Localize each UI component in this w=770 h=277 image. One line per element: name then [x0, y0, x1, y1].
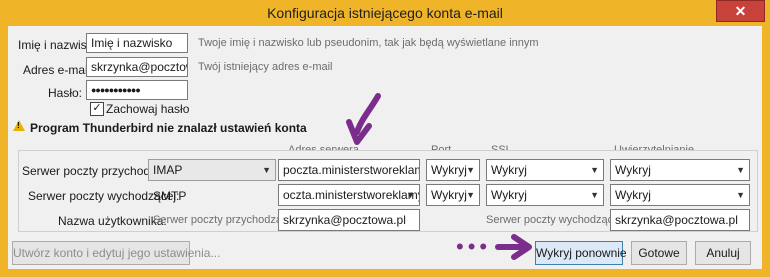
outgoing-ssl-select[interactable]: Wykryj ▼: [486, 184, 604, 206]
chevron-down-icon: ▼: [590, 190, 599, 200]
incoming-port-select[interactable]: Wykryj ▼: [426, 159, 480, 181]
outgoing-port-select[interactable]: Wykryj ▼: [426, 184, 480, 206]
remember-password-checkbox[interactable]: ✓: [90, 102, 104, 116]
outgoing-protocol-value: SMTP: [153, 189, 187, 203]
username-label: Nazwa użytkownika:: [58, 214, 167, 228]
close-button[interactable]: ✕: [716, 0, 765, 22]
email-input[interactable]: skrzynka@pocztowa.pl: [86, 57, 188, 77]
chevron-down-icon: ▼: [262, 165, 271, 175]
done-button[interactable]: Gotowe: [631, 241, 687, 265]
outgoing-port-value: Wykryj: [431, 188, 467, 202]
dialog-content: Imię i nazwisko: Imię i nazwisko Twoje i…: [8, 26, 762, 269]
cancel-button[interactable]: Anuluj: [695, 241, 751, 265]
chevron-down-icon: ▼: [466, 190, 475, 200]
email-hint: Twój istniejący adres e-mail: [198, 61, 333, 73]
warning-icon: !: [13, 120, 25, 131]
name-input[interactable]: Imię i nazwisko: [86, 33, 188, 53]
close-icon: ✕: [734, 3, 747, 19]
retest-button[interactable]: Wykryj ponownie: [535, 241, 627, 265]
outgoing-address-value: oczta.ministerstworeklamy.pl: [283, 188, 419, 202]
email-label: Adres e-mail:: [23, 63, 94, 77]
incoming-auth-select[interactable]: Wykryj ▼: [610, 159, 750, 181]
outgoing-auth-value: Wykryj: [615, 188, 651, 202]
window-title: Konfiguracja istniejącego konta e-mail: [267, 5, 503, 21]
incoming-ssl-select[interactable]: Wykryj ▼: [486, 159, 604, 181]
titlebar: Konfiguracja istniejącego konta e-mail ✕: [0, 0, 770, 26]
incoming-protocol-value: IMAP: [153, 163, 183, 177]
chevron-down-icon: ▼: [466, 165, 475, 175]
remember-password-label: Zachowaj hasło: [106, 102, 190, 116]
outgoing-address-select[interactable]: oczta.ministerstworeklamy.pl▼: [278, 184, 420, 206]
outgoing-ssl-value: Wykryj: [491, 188, 527, 202]
chevron-down-icon: ▼: [590, 165, 599, 175]
incoming-port-value: Wykryj: [431, 163, 467, 177]
incoming-protocol-select[interactable]: IMAP ▼: [148, 159, 276, 181]
password-label: Hasło:: [48, 86, 83, 100]
outgoing-auth-select[interactable]: Wykryj ▼: [610, 184, 750, 206]
incoming-auth-value: Wykryj: [615, 163, 651, 177]
username-outgoing-label: Serwer poczty wychodzącej:: [486, 214, 625, 226]
checkmark-icon: ✓: [92, 102, 102, 114]
annotation-dots: •••: [456, 234, 492, 259]
manual-config-button[interactable]: Utwórz konto i edytuj jego ustawienia...: [12, 241, 220, 265]
username-outgoing-input[interactable]: skrzynka@pocztowa.pl: [610, 209, 750, 231]
password-input[interactable]: ●●●●●●●●●●●: [86, 80, 188, 100]
warning-message: Program Thunderbird nie znalazł ustawień…: [30, 121, 307, 135]
dialog-window: Konfiguracja istniejącego konta e-mail ✕…: [0, 0, 770, 277]
chevron-down-icon: ▼: [736, 165, 745, 175]
incoming-ssl-value: Wykryj: [491, 163, 527, 177]
name-hint: Twoje imię i nazwisko lub pseudonim, tak…: [198, 37, 539, 49]
incoming-address-input[interactable]: poczta.ministerstworeklamy.pl: [278, 159, 420, 181]
chevron-down-icon: ▼: [736, 190, 745, 200]
chevron-down-icon: ▼: [406, 190, 415, 200]
username-incoming-input[interactable]: skrzynka@pocztowa.pl: [278, 209, 420, 231]
